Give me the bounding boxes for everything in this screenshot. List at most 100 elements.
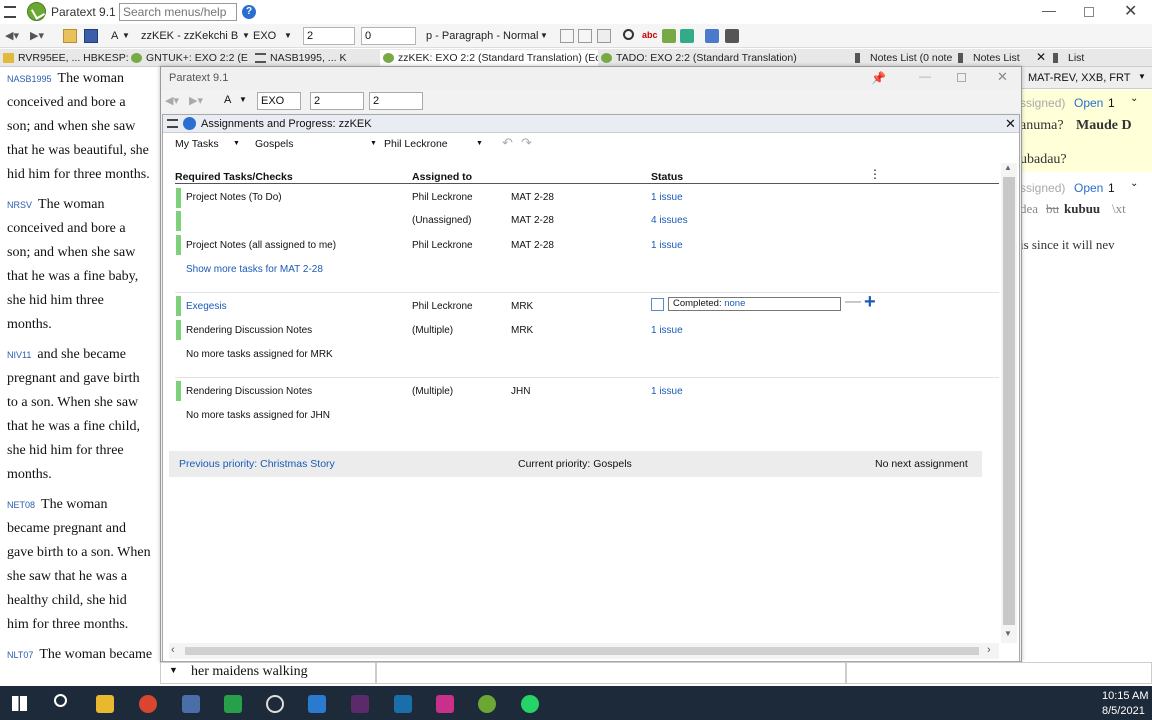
menu-icon[interactable] xyxy=(167,119,178,128)
version-ref[interactable]: NIV11 xyxy=(7,350,31,360)
show-more-link[interactable]: Show more tasks for MAT 2-28 xyxy=(186,264,323,275)
task-status-link[interactable]: 1 issue xyxy=(651,325,683,336)
paste-icon[interactable] xyxy=(597,29,611,43)
forward-icon[interactable]: ▶▾ xyxy=(189,94,203,107)
scroll-left-icon[interactable]: ‹ xyxy=(171,644,175,656)
book-select[interactable]: EXO xyxy=(253,27,276,45)
version-ref[interactable]: NASB1995 xyxy=(7,74,52,84)
note-item[interactable]: ssigned) Open 1 ⌄ anuma? Maude D ubadau? xyxy=(1020,90,1152,172)
copy-icon[interactable] xyxy=(578,29,592,43)
note-item[interactable]: ssigned) Open 1 ⌄ dea bu kubuu \xt is si… xyxy=(1020,173,1152,253)
minimize-button[interactable]: — xyxy=(919,69,931,83)
tab-zzkek[interactable]: zzKEK: EXO 2:2 (Standard Translation) (E… xyxy=(380,50,598,66)
scroll-thumb[interactable] xyxy=(1003,177,1015,625)
search-input[interactable] xyxy=(119,3,237,21)
tab-notes-list-1[interactable]: Notes List (0 note xyxy=(852,50,952,66)
scroll-right-icon[interactable]: › xyxy=(987,644,991,656)
redo-icon[interactable]: ↷ xyxy=(521,135,532,151)
tab-tado[interactable]: TADO: EXO 2:2 (Standard Translation) xyxy=(598,50,808,66)
folder-icon[interactable] xyxy=(63,29,77,43)
completed-field[interactable]: Completed: none xyxy=(668,297,841,311)
indesign-icon[interactable] xyxy=(436,695,454,713)
task-status-link[interactable]: 4 issues xyxy=(651,215,688,226)
menu-icon[interactable] xyxy=(4,6,16,18)
task-status-link[interactable]: 1 issue xyxy=(651,240,683,251)
chapter-input[interactable]: 2 xyxy=(310,92,364,110)
minus-icon[interactable]: — xyxy=(845,293,861,311)
more-options-icon[interactable]: ⋮ xyxy=(869,167,881,181)
task-name-link[interactable]: Exegesis xyxy=(186,301,227,312)
cut-icon[interactable] xyxy=(560,29,574,43)
book-select[interactable]: EXO xyxy=(257,92,301,110)
plus-icon[interactable]: + xyxy=(864,291,876,314)
save-icon[interactable] xyxy=(84,29,98,43)
close-tab-icon[interactable]: ✕ xyxy=(1036,50,1046,64)
back-icon[interactable]: ◀▾ xyxy=(165,94,179,107)
priority-filter[interactable]: Gospels xyxy=(255,138,294,150)
checks-icon[interactable] xyxy=(662,29,676,43)
font-select[interactable]: A xyxy=(224,94,231,106)
search-icon[interactable] xyxy=(54,694,67,707)
whatsapp-icon[interactable] xyxy=(521,695,539,713)
note-status[interactable]: Open xyxy=(1074,181,1103,195)
tab-rvr95ee[interactable]: RVR95EE, ... HBKESP: E xyxy=(0,50,128,66)
tab-list[interactable]: List xyxy=(1050,50,1150,66)
zoom-icon[interactable] xyxy=(308,695,326,713)
tab-nasb1995[interactable]: NASB1995, ... K xyxy=(252,50,372,66)
sync-icon[interactable] xyxy=(705,29,719,43)
indesign-icon[interactable] xyxy=(351,695,369,713)
task-assignee: (Multiple) xyxy=(412,325,454,336)
scroll-thumb[interactable] xyxy=(185,647,979,655)
version-ref[interactable]: NRSV xyxy=(7,200,32,210)
user-filter[interactable]: Phil Leckrone xyxy=(384,138,448,150)
back-icon[interactable]: ◀▾ xyxy=(5,27,19,45)
previous-priority-link[interactable]: Previous priority: Christmas Story xyxy=(179,458,335,470)
pin-icon[interactable]: 📌 xyxy=(871,71,886,85)
paratext-taskbar-icon[interactable] xyxy=(478,695,496,713)
tab-gntuk[interactable]: GNTUK+: EXO 2:2 (Enh xyxy=(128,50,248,66)
close-panel-button[interactable]: ✕ xyxy=(1005,116,1016,132)
minimize-button[interactable]: — xyxy=(1042,2,1056,18)
note-status[interactable]: Open xyxy=(1074,96,1103,110)
app-icon[interactable] xyxy=(394,695,412,713)
maximize-button[interactable] xyxy=(957,73,966,82)
font-select[interactable]: A xyxy=(111,27,118,45)
chrome-icon[interactable] xyxy=(139,695,157,713)
tools-icon[interactable] xyxy=(680,29,694,43)
horizontal-scrollbar[interactable]: ‹ › xyxy=(169,643,999,659)
obs-icon[interactable] xyxy=(266,695,284,713)
style-select[interactable]: p - Paragraph - Normal xyxy=(426,27,539,45)
close-button[interactable]: ✕ xyxy=(1124,1,1137,21)
project-select[interactable]: zzKEK - zzKekchi B xyxy=(141,27,238,45)
task-status-link[interactable]: 1 issue xyxy=(651,192,683,203)
find-icon[interactable] xyxy=(623,29,634,40)
tasks-filter[interactable]: My Tasks xyxy=(175,138,219,150)
settings-icon[interactable] xyxy=(725,29,739,43)
maximize-button[interactable] xyxy=(1084,7,1094,17)
verse-input[interactable]: 2 xyxy=(369,92,423,110)
chevron-down-icon[interactable]: ⌄ xyxy=(1130,93,1138,104)
scroll-down-icon[interactable]: ▼ xyxy=(1004,629,1012,638)
tab-notes-list-2[interactable]: Notes List xyxy=(955,50,1047,66)
chapter-input[interactable]: 2 xyxy=(303,27,355,45)
chevron-down-icon[interactable]: ⌄ xyxy=(1130,178,1138,189)
windows-start-icon[interactable] xyxy=(12,696,27,711)
version-ref[interactable]: NLT07 xyxy=(7,650,33,660)
complete-checkbox[interactable] xyxy=(651,298,664,311)
version-ref[interactable]: NET08 xyxy=(7,500,35,510)
forward-icon[interactable]: ▶▾ xyxy=(30,27,44,45)
help-icon[interactable]: ? xyxy=(242,5,256,19)
app-icon[interactable] xyxy=(182,695,200,713)
camtasia-icon[interactable] xyxy=(224,695,242,713)
file-explorer-icon[interactable] xyxy=(96,695,114,713)
close-button[interactable]: ✕ xyxy=(997,69,1008,85)
verse-input[interactable]: 0 xyxy=(361,27,416,45)
undo-icon[interactable]: ↶ xyxy=(502,135,513,151)
notes-filter[interactable]: MAT-REV, XXB, FRT xyxy=(1028,72,1131,84)
scroll-up-icon[interactable]: ▲ xyxy=(1004,163,1012,172)
chevron-down-icon[interactable]: ▼ xyxy=(169,665,178,675)
spelling-icon[interactable]: abc xyxy=(642,30,658,44)
vertical-scrollbar[interactable]: ▲ ▼ xyxy=(1001,163,1017,643)
task-status-link[interactable]: 1 issue xyxy=(651,386,683,397)
chevron-down-icon[interactable]: ▼ xyxy=(1138,72,1146,81)
